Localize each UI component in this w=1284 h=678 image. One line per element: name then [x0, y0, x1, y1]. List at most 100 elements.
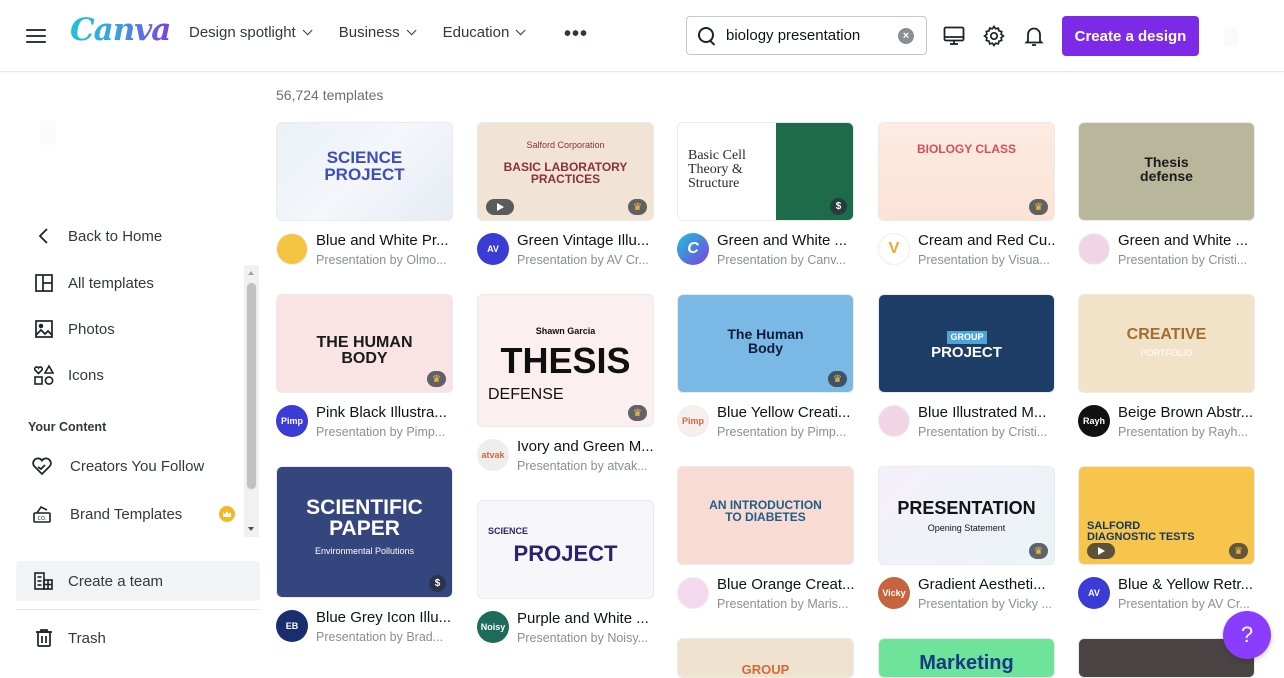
- template-card[interactable]: Shawn Garcia THESIS DEFENSE ♛ atvak Ivory and…: [477, 294, 654, 481]
- template-thumbnail[interactable]: AN INTRODUCTION TO DIABETES: [677, 466, 854, 565]
- creator-avatar[interactable]: AV: [1078, 577, 1110, 609]
- template-creator[interactable]: Presentation by Maris...: [717, 597, 854, 611]
- template-card[interactable]: PROJECT SCIENCE Noisy Purple and White ... P…: [477, 500, 654, 653]
- sidebar-item-trash[interactable]: Trash: [16, 618, 260, 658]
- search-input[interactable]: [726, 27, 886, 44]
- template-name[interactable]: Green and White ...: [1118, 232, 1255, 249]
- template-thumbnail[interactable]: BASIC LABORATORY PRACTICES Salford Corpor…: [477, 122, 654, 221]
- settings-gear-icon[interactable]: [982, 24, 1006, 48]
- template-creator[interactable]: Presentation by Cristi...: [918, 425, 1055, 439]
- template-name[interactable]: Beige Brown Abstr...: [1118, 404, 1255, 421]
- template-creator[interactable]: Presentation by Pimp...: [316, 425, 453, 439]
- scrollbar-thumb[interactable]: [246, 282, 257, 490]
- sidebar-back-to-home[interactable]: Back to Home: [16, 216, 260, 256]
- creator-avatar[interactable]: C: [677, 233, 709, 265]
- template-name[interactable]: Purple and White ...: [517, 610, 654, 627]
- sidebar-item-photos[interactable]: Photos: [16, 309, 260, 349]
- desktop-app-icon[interactable]: [942, 24, 966, 48]
- template-thumbnail[interactable]: GROUP PROJECT: [878, 294, 1055, 393]
- nav-education[interactable]: Education: [443, 24, 526, 41]
- template-name[interactable]: Pink Black Illustra...: [316, 404, 453, 421]
- template-card[interactable]: The Human Body ♛ Pimp Blue Yellow Creati...…: [677, 294, 854, 447]
- template-name[interactable]: Green Vintage Illu...: [517, 232, 654, 249]
- template-card[interactable]: THE HUMAN BODY ♛ Pimp Pink Black Illustra..…: [276, 294, 453, 447]
- scroll-up-icon[interactable]: [248, 271, 254, 275]
- template-creator[interactable]: Presentation by Pimp...: [717, 425, 854, 439]
- template-card[interactable]: BIOLOGY CLASS ♛ V Cream and Red Cu... Presen…: [878, 122, 1055, 275]
- sidebar-item-icons[interactable]: Icons: [16, 355, 260, 395]
- template-card[interactable]: GROUP: [677, 638, 854, 678]
- template-creator[interactable]: Presentation by Vicky ...: [918, 597, 1055, 611]
- template-thumbnail[interactable]: Thesis defense: [1078, 122, 1255, 221]
- creator-avatar[interactable]: Pimp: [677, 405, 709, 437]
- search-box[interactable]: ×: [686, 16, 927, 55]
- menu-icon[interactable]: [26, 26, 46, 46]
- sidebar-item-creators-you-follow[interactable]: Creators You Follow: [16, 446, 260, 486]
- template-name[interactable]: Blue and White Pr...: [316, 232, 453, 249]
- template-thumbnail[interactable]: SCIENCE PROJECT: [276, 122, 453, 221]
- creator-avatar[interactable]: AV: [477, 233, 509, 265]
- create-design-button[interactable]: Create a design: [1062, 16, 1199, 56]
- sidebar-item-all-templates[interactable]: All templates: [16, 263, 260, 303]
- template-thumbnail[interactable]: THE HUMAN BODY ♛: [276, 294, 453, 393]
- nav-business[interactable]: Business: [339, 24, 417, 41]
- template-creator[interactable]: Presentation by Noisy...: [517, 631, 654, 645]
- creator-avatar[interactable]: [1078, 233, 1110, 265]
- video-play-icon[interactable]: [1087, 543, 1115, 559]
- template-card[interactable]: CREATIVE PORTFOLIO Rayh Beige Brown Abstr..…: [1078, 294, 1255, 447]
- sidebar-scrollbar[interactable]: [244, 265, 259, 537]
- template-card[interactable]: BASIC LABORATORY PRACTICES Salford Corpor…: [477, 122, 654, 275]
- template-name[interactable]: Ivory and Green M...: [517, 438, 654, 455]
- template-card[interactable]: Basic Cell Theory & Structure $ C Green and…: [677, 122, 854, 275]
- more-icon[interactable]: •••: [564, 24, 588, 44]
- template-creator[interactable]: Presentation by Rayh...: [1118, 425, 1255, 439]
- template-card[interactable]: PRESENTATION Opening Statement ♛ Vicky Gradi…: [878, 466, 1055, 619]
- template-creator[interactable]: Presentation by Olmo...: [316, 253, 453, 267]
- template-thumbnail[interactable]: SCIENTIFIC PAPER Environmental Pollutions…: [276, 466, 453, 598]
- creator-avatar[interactable]: Pimp: [276, 405, 308, 437]
- template-name[interactable]: Green and White ...: [717, 232, 854, 249]
- template-card[interactable]: Thesis defense Green and White ... Present…: [1078, 122, 1255, 275]
- creator-avatar[interactable]: EB: [276, 610, 308, 642]
- template-card[interactable]: GROUP PROJECT Blue Illustrated M... Present…: [878, 294, 1055, 447]
- creator-avatar[interactable]: [677, 577, 709, 609]
- template-thumbnail[interactable]: SALFORD DIAGNOSTIC TESTS ♛: [1078, 466, 1255, 565]
- create-team-button[interactable]: Create a team: [16, 561, 260, 601]
- template-name[interactable]: Gradient Aestheti...: [918, 576, 1055, 593]
- template-creator[interactable]: Presentation by AV Cr...: [1118, 597, 1255, 611]
- template-card[interactable]: Marketing: [878, 638, 1055, 678]
- creator-avatar[interactable]: atvak: [477, 439, 509, 471]
- template-creator[interactable]: Presentation by Cristi...: [1118, 253, 1255, 267]
- scroll-down-icon[interactable]: [248, 527, 254, 531]
- template-name[interactable]: Cream and Red Cu...: [918, 232, 1055, 249]
- template-card[interactable]: AN INTRODUCTION TO DIABETES Blue Orange C…: [677, 466, 854, 619]
- clear-search-icon[interactable]: ×: [898, 28, 914, 44]
- creator-avatar[interactable]: V: [878, 233, 910, 265]
- video-play-icon[interactable]: [486, 199, 514, 215]
- template-thumbnail[interactable]: Basic Cell Theory & Structure $: [677, 122, 854, 221]
- template-name[interactable]: Blue Illustrated M...: [918, 404, 1055, 421]
- template-creator[interactable]: Presentation by Canv...: [717, 253, 854, 267]
- template-card[interactable]: SALFORD DIAGNOSTIC TESTS ♛ AV Blue & Yellow…: [1078, 466, 1255, 619]
- help-button[interactable]: ?: [1223, 611, 1271, 659]
- template-name[interactable]: Blue & Yellow Retr...: [1118, 576, 1255, 593]
- template-creator[interactable]: Presentation by Brad...: [316, 630, 453, 644]
- template-creator[interactable]: Presentation by Visua...: [918, 253, 1055, 267]
- template-thumbnail[interactable]: The Human Body ♛: [677, 294, 854, 393]
- template-card[interactable]: SCIENCE PROJECT Blue and White Pr... Prese…: [276, 122, 453, 275]
- creator-avatar[interactable]: [276, 233, 308, 265]
- template-name[interactable]: Blue Orange Creat...: [717, 576, 854, 593]
- template-thumbnail[interactable]: BIOLOGY CLASS ♛: [878, 122, 1055, 221]
- creator-avatar[interactable]: Noisy: [477, 611, 509, 643]
- account-avatar[interactable]: [1224, 28, 1238, 46]
- template-thumbnail[interactable]: Shawn Garcia THESIS DEFENSE ♛: [477, 294, 654, 427]
- template-thumbnail[interactable]: GROUP: [677, 638, 854, 678]
- template-name[interactable]: Blue Grey Icon Illu...: [316, 609, 453, 626]
- canva-logo[interactable]: Canva: [70, 12, 171, 48]
- creator-avatar[interactable]: [878, 405, 910, 437]
- template-thumbnail[interactable]: Marketing: [878, 638, 1055, 678]
- template-thumbnail[interactable]: PROJECT SCIENCE: [477, 500, 654, 599]
- nav-design-spotlight[interactable]: Design spotlight: [189, 24, 313, 41]
- creator-avatar[interactable]: Rayh: [1078, 405, 1110, 437]
- template-creator[interactable]: Presentation by AV Cr...: [517, 253, 654, 267]
